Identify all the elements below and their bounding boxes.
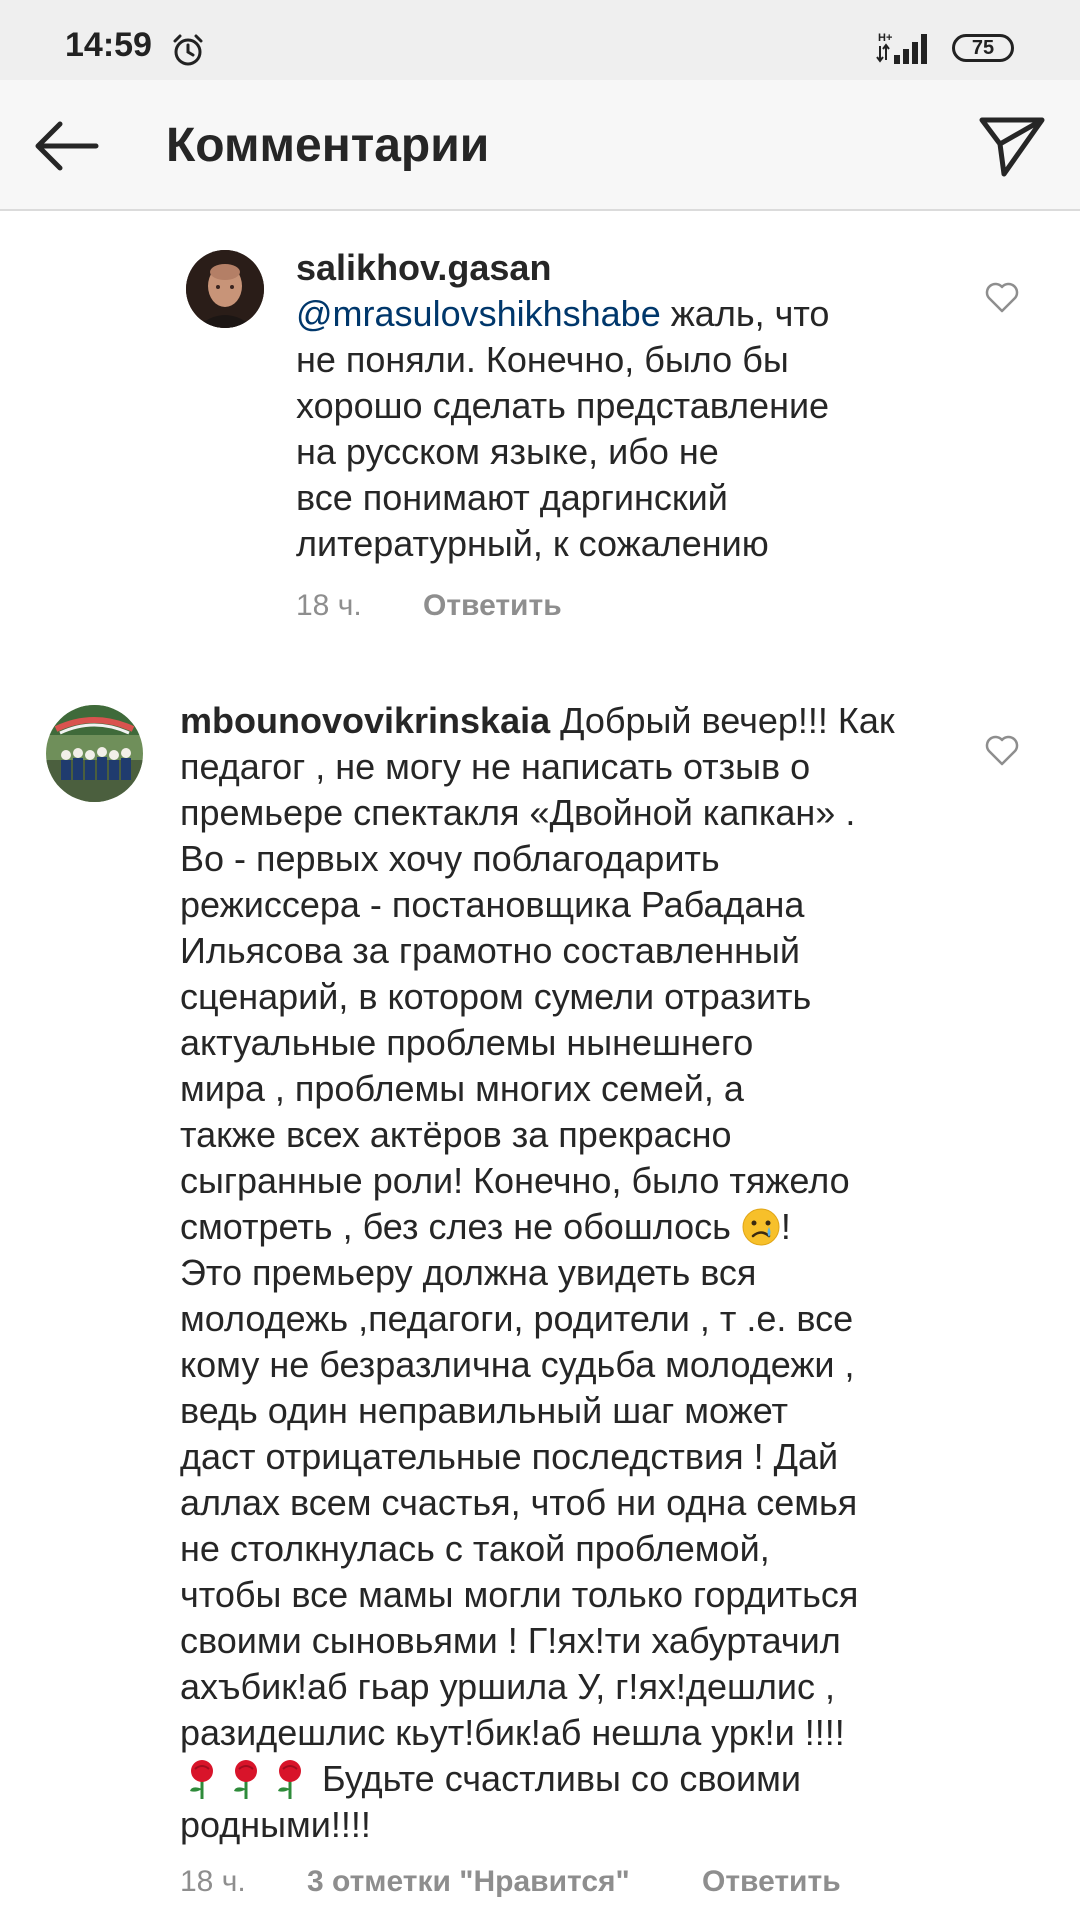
network-type-label: H+ (878, 32, 892, 44)
battery-indicator: 75 (952, 34, 1014, 62)
comment-text-line: молодежь ,педагоги, родители , т .е. все (180, 1298, 854, 1339)
comment-text-line: сыгранные роли! Конечно, было тяжело (180, 1160, 850, 1201)
comment-body: salikhov.gasan @mrasulovshikhshabe жаль,… (296, 245, 936, 567)
comment-item: mbounovovikrinskaia Добрый вечер!!! Как … (0, 690, 1080, 1923)
comment-time: 18 ч. (296, 589, 362, 622)
comment-mention[interactable]: @mrasulovshikhshabe (296, 293, 661, 334)
comment-text-line: смотреть , без слез не обошлось (180, 1206, 741, 1247)
comment-text-line: аллах всем счастья, чтоб ни одна семья (180, 1482, 858, 1523)
heart-outline-icon[interactable] (984, 279, 1020, 315)
comment-meta: 18 ч. 3 отметки "Нравится" Ответить (180, 1865, 1000, 1901)
heart-outline-icon[interactable] (984, 732, 1020, 768)
comment-text-line: чтобы все мамы могли только гордиться (180, 1574, 859, 1615)
likes-count-button[interactable]: 3 отметки "Нравится" (307, 1865, 630, 1899)
comment-text-line: своими сыновьями ! Г!ях!ти хабуртачил (180, 1620, 841, 1661)
reply-button[interactable]: Ответить (423, 589, 562, 623)
comment-text-fragment: ! (780, 1206, 791, 1247)
comment-item: salikhov.gasan @mrasulovshikhshabe жаль,… (0, 211, 1080, 631)
comment-text-line: разидешлис кьут!бик!аб нешла урк!и !!!! (180, 1712, 845, 1753)
rose-emoji (278, 1760, 301, 1799)
comment-text-line: литературный, к сожалению (296, 523, 769, 564)
comment-text-line: кому не безразлична судьба молодежи , (180, 1344, 855, 1385)
signal-icon: H+ (876, 32, 927, 64)
comment-text-line: Добрый вечер!!! Как (550, 700, 895, 741)
comment-text-line: хорошо сделать представление (296, 385, 830, 426)
comment-meta: 18 ч. Ответить (296, 589, 996, 625)
status-bar: 14:59 H+ 75 (0, 0, 1080, 80)
rose-emoji-group (180, 1758, 312, 1799)
paper-plane-icon[interactable] (978, 114, 1046, 178)
comment-time: 18 ч. (180, 1865, 246, 1898)
page-title: Комментарии (166, 119, 490, 172)
comment-text-line: Во - первых хочу поблагодарить (180, 838, 720, 879)
comment-text-line: сценарий, в котором сумели отразить (180, 976, 812, 1017)
comment-text-line: Это премьеру должна увидеть вся (180, 1252, 757, 1293)
comment-text-line: жаль, что (660, 293, 830, 334)
comment-username[interactable]: mbounovovikrinskaia (180, 700, 550, 741)
comment-text-line: актуальные проблемы нынешнего (180, 1022, 754, 1063)
alarm-clock-icon (173, 34, 203, 66)
arrow-left-icon[interactable] (30, 118, 100, 174)
comment-text-line: на русском языке, ибо не (296, 431, 719, 472)
avatar[interactable] (186, 250, 264, 328)
comment-text-line: ведь один неправильный шаг может (180, 1390, 789, 1431)
avatar[interactable] (46, 705, 143, 802)
comment-text-line: все понимают даргинский (296, 477, 728, 518)
reply-button[interactable]: Ответить (702, 1865, 841, 1899)
comment-text-line: не поняли. Конечно, было бы (296, 339, 789, 380)
comment-text-line: также всех актёров за прекрасно (180, 1114, 732, 1155)
comment-text-line: мира , проблемы многих семей, а (180, 1068, 744, 1109)
comment-text-line: родными!!!! (180, 1804, 371, 1845)
comment-text-line: премьере спектакля «Двойной капкан» . (180, 792, 856, 833)
app-header: Комментарии (0, 80, 1080, 211)
status-time: 14:59 (65, 26, 152, 64)
rose-emoji (234, 1760, 257, 1799)
rose-emoji (190, 1760, 213, 1799)
comment-text-line: Будьте счастливы со своими (312, 1758, 802, 1799)
sad-face-emoji (742, 1208, 780, 1246)
comment-text-line: ахъбик!аб гьар уршила У, г!ях!дешлис , (180, 1666, 835, 1707)
comment-text-line: не столкнулась с такой проблемой, (180, 1528, 770, 1569)
comment-body: mbounovovikrinskaia Добрый вечер!!! Как … (180, 698, 1000, 1848)
comment-text-line: педагог , не могу не написать отзыв о (180, 746, 811, 787)
comment-text-line: даст отрицательные последствия ! Дай (180, 1436, 839, 1477)
comment-username[interactable]: salikhov.gasan (296, 247, 551, 288)
comment-text-line: Ильясова за грамотно составленный (180, 930, 800, 971)
comment-text-line: режиссера - постановщика Рабадана (180, 884, 805, 925)
